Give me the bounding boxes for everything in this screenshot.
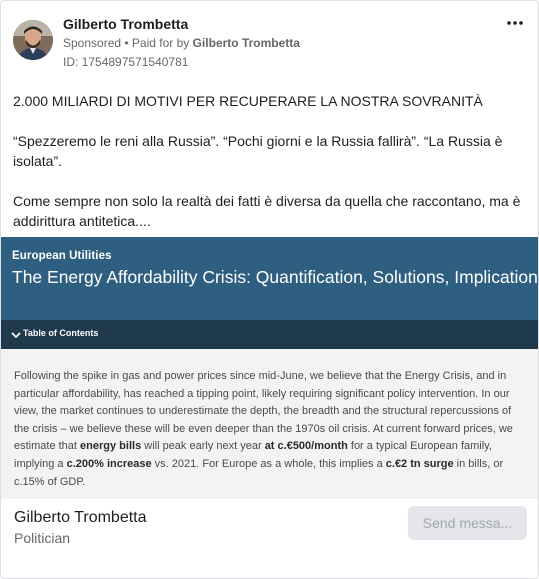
post-paragraph: Come sempre non solo la realtà dei fatti… <box>13 193 521 229</box>
paid-for-prefix: • Paid for by <box>121 36 193 50</box>
ad-creative-image[interactable]: European Utilities The Energy Affordabil… <box>1 237 539 499</box>
table-of-contents-label: Table of Contents <box>23 328 99 338</box>
footer-page-name[interactable]: Gilberto Trombetta <box>14 509 147 527</box>
more-horizontal-icon <box>507 21 523 25</box>
author-name[interactable]: Gilberto Trombetta <box>63 16 188 32</box>
ad-post-card: Gilberto Trombetta Sponsored • Paid for … <box>0 0 539 579</box>
avatar[interactable] <box>13 20 53 60</box>
excerpt-bold: c.200% increase <box>66 457 152 470</box>
post-paragraph: “Spezzeremo le reni alla Russia”. “Pochi… <box>13 133 503 169</box>
sponsored-label: Sponsored <box>63 36 122 50</box>
report-banner: European Utilities The Energy Affordabil… <box>1 237 539 320</box>
excerpt-bold: at c.€500/month <box>264 440 348 453</box>
table-of-contents-bar: Table of Contents <box>1 320 538 349</box>
paid-for-name[interactable]: Gilberto Trombetta <box>193 36 300 50</box>
footer-page-category: Politician <box>14 530 71 546</box>
excerpt-bold: c.€2 tn surge <box>385 457 454 470</box>
excerpt-span: vs. 2021. For Europe as a whole, this im… <box>151 457 386 470</box>
more-options-button[interactable] <box>504 15 526 31</box>
avatar-photo-icon <box>13 20 53 60</box>
send-message-button[interactable]: Send messa... <box>408 506 527 540</box>
excerpt-bold: energy bills <box>80 440 142 453</box>
ad-footer: Gilberto Trombetta Politician Send messa… <box>1 499 538 578</box>
ad-id: ID: 1754897571540781 <box>63 55 189 69</box>
chevron-down-icon <box>11 332 21 339</box>
report-title: The Energy Affordability Crisis: Quantif… <box>12 267 539 287</box>
excerpt-span: will peak early next year <box>141 440 265 453</box>
post-body: 2.000 MILIARDI DI MOTIVI PER RECUPERARE … <box>13 91 528 251</box>
report-kicker: European Utilities <box>12 250 112 262</box>
report-excerpt: Following the spike in gas and power pri… <box>1 349 538 499</box>
post-header: Gilberto Trombetta Sponsored • Paid for … <box>13 15 526 71</box>
excerpt-text: Following the spike in gas and power pri… <box>14 368 529 491</box>
sponsored-line: Sponsored • Paid for by Gilberto Trombet… <box>63 36 300 50</box>
post-headline: 2.000 MILIARDI DI MOTIVI PER RECUPERARE … <box>13 93 483 109</box>
